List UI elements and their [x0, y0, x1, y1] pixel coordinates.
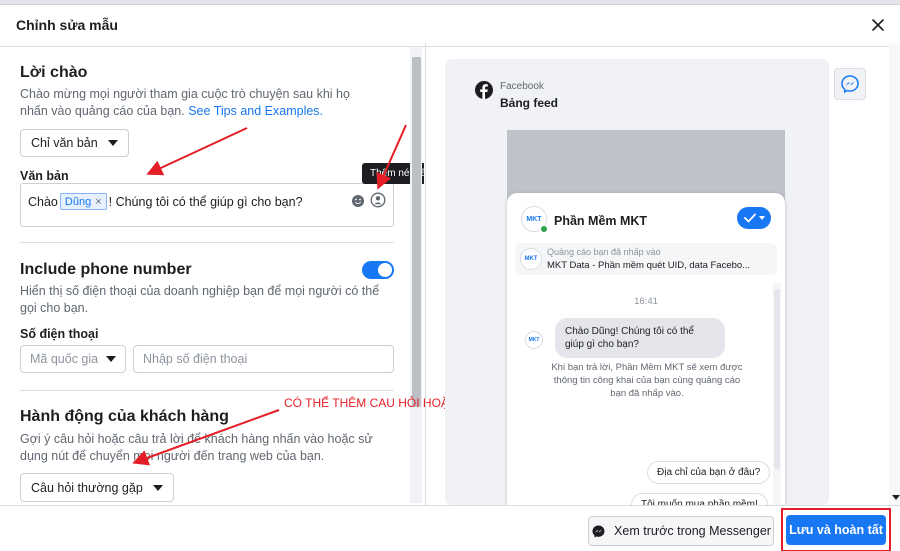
phone-description: Hiển thị số điện thoại của doanh nghiệp … — [20, 284, 380, 315]
divider — [20, 390, 394, 391]
check-icon — [743, 213, 756, 223]
message-timestamp: 16:41 — [634, 296, 658, 307]
actions-description: Gợi ý câu hỏi hoặc câu trả lời để khách … — [20, 432, 373, 463]
message-type-value: Chỉ văn bản — [31, 136, 98, 150]
greeting-message-bubble: Chào Dũng! Chúng tôi có thể giúp gì cho … — [555, 318, 725, 358]
modal-footer: Xem trước trong Messenger Lưu và hoàn tấ… — [0, 505, 900, 551]
right-scrollbar-track[interactable] — [889, 43, 900, 505]
divider — [20, 242, 394, 243]
messenger-icon — [841, 75, 859, 94]
phone-number-input[interactable]: Nhập số điện thoại — [133, 345, 394, 373]
done-button[interactable] — [737, 207, 771, 229]
first-name-token[interactable]: Dũng × — [59, 193, 107, 210]
chevron-down-icon — [152, 484, 163, 491]
messenger-icon — [592, 525, 605, 537]
person-icon — [370, 192, 386, 208]
sender-avatar: MKT — [525, 331, 543, 349]
settings-panel: Lời chào Chào mừng mọi người tham gia cu… — [0, 43, 424, 505]
chevron-down-icon — [107, 140, 118, 146]
chevron-down-icon — [106, 356, 116, 362]
ad-avatar: MKT — [520, 248, 542, 270]
page-avatar-text: MKT — [526, 215, 542, 223]
modal-header: Chỉnh sửa mẫu — [0, 5, 900, 47]
country-code-placeholder: Mã quốc gia — [30, 352, 99, 366]
actions-dropdown-value: Câu hỏi thường gặp — [31, 480, 143, 495]
emoji-icon — [352, 195, 364, 207]
phone-section-title: Include phone number — [20, 261, 192, 278]
clicked-ad-reference: MKT Quảng cáo bạn đã nhấp vào MKT Data -… — [515, 243, 777, 275]
ad-title: MKT Data - Phần mềm quét UID, data Faceb… — [547, 260, 751, 271]
preview-in-messenger-button[interactable]: Xem trước trong Messenger — [588, 516, 774, 546]
preview-panel: Facebook Bảng feed MKT Phần Mềm MKT MKT … — [425, 43, 900, 505]
greeting-description: Chào mừng mọi người tham gia cuộc trò ch… — [20, 86, 380, 120]
close-button[interactable] — [870, 17, 886, 33]
placement-label: Bảng feed — [500, 96, 559, 110]
privacy-info-text: Khi bạn trả lời, Phần Mềm MKT sẽ xem đượ… — [551, 362, 743, 399]
greeting-text-content: Chào Dũng × ! Chúng tôi có thể giúp gì c… — [28, 193, 303, 210]
emoji-button[interactable] — [351, 194, 365, 208]
chat-scrollbar-thumb[interactable] — [774, 289, 780, 469]
greeting-text-after: ! Chúng tôi có thể giúp gì cho bạn? — [108, 194, 303, 209]
online-status-dot — [540, 225, 548, 233]
text-label: Văn bản — [20, 169, 69, 183]
close-icon — [872, 19, 884, 31]
chevron-down-icon — [758, 216, 765, 220]
scroll-down-icon[interactable] — [892, 495, 900, 500]
country-code-select[interactable]: Mã quốc gia — [20, 345, 126, 373]
remove-token-icon[interactable]: × — [95, 196, 101, 208]
toggle-knob — [378, 263, 392, 277]
messenger-preview-toggle[interactable] — [834, 68, 866, 100]
platform-label: Facebook — [500, 81, 544, 92]
page-name: Phần Mềm MKT — [554, 214, 648, 228]
actions-title: Hành động của khách hàng — [20, 408, 229, 425]
greeting-text-before: Chào — [28, 194, 58, 209]
messenger-chat-preview: MKT Phần Mềm MKT MKT Quảng cáo bạn đã nh… — [507, 193, 785, 505]
ad-subtitle: Quảng cáo bạn đã nhấp vào — [547, 247, 661, 257]
sender-avatar-text: MKT — [528, 337, 540, 343]
quick-reply-2[interactable]: Tôi muốn mua phần mềm! — [631, 493, 768, 505]
message-type-dropdown[interactable]: Chỉ văn bản — [20, 129, 129, 157]
modal-title: Chỉnh sửa mẫu — [16, 17, 118, 33]
preview-button-label: Xem trước trong Messenger — [614, 524, 771, 538]
phone-toggle[interactable] — [362, 261, 394, 279]
first-name-token-label: Dũng — [64, 195, 92, 208]
tips-link[interactable]: See Tips and Examples. — [188, 104, 323, 118]
personalize-button[interactable] — [370, 192, 386, 208]
phone-label: Số điện thoại — [20, 327, 99, 341]
quick-reply-1[interactable]: Địa chỉ của bạn ở đâu? — [647, 461, 771, 484]
phone-number-placeholder: Nhập số điện thoại — [143, 352, 248, 366]
facebook-icon — [475, 81, 493, 99]
save-and-finish-button[interactable]: Lưu và hoàn tất — [786, 515, 886, 545]
left-scrollbar-thumb[interactable] — [412, 57, 421, 407]
actions-dropdown[interactable]: Câu hỏi thường gặp — [20, 473, 174, 502]
ad-avatar-text: MKT — [524, 256, 538, 262]
greeting-title: Lời chào — [20, 64, 88, 81]
greeting-text-field[interactable]: Chào Dũng × ! Chúng tôi có thể giúp gì c… — [20, 183, 394, 227]
preview-area: Facebook Bảng feed MKT Phần Mềm MKT MKT … — [445, 59, 829, 505]
